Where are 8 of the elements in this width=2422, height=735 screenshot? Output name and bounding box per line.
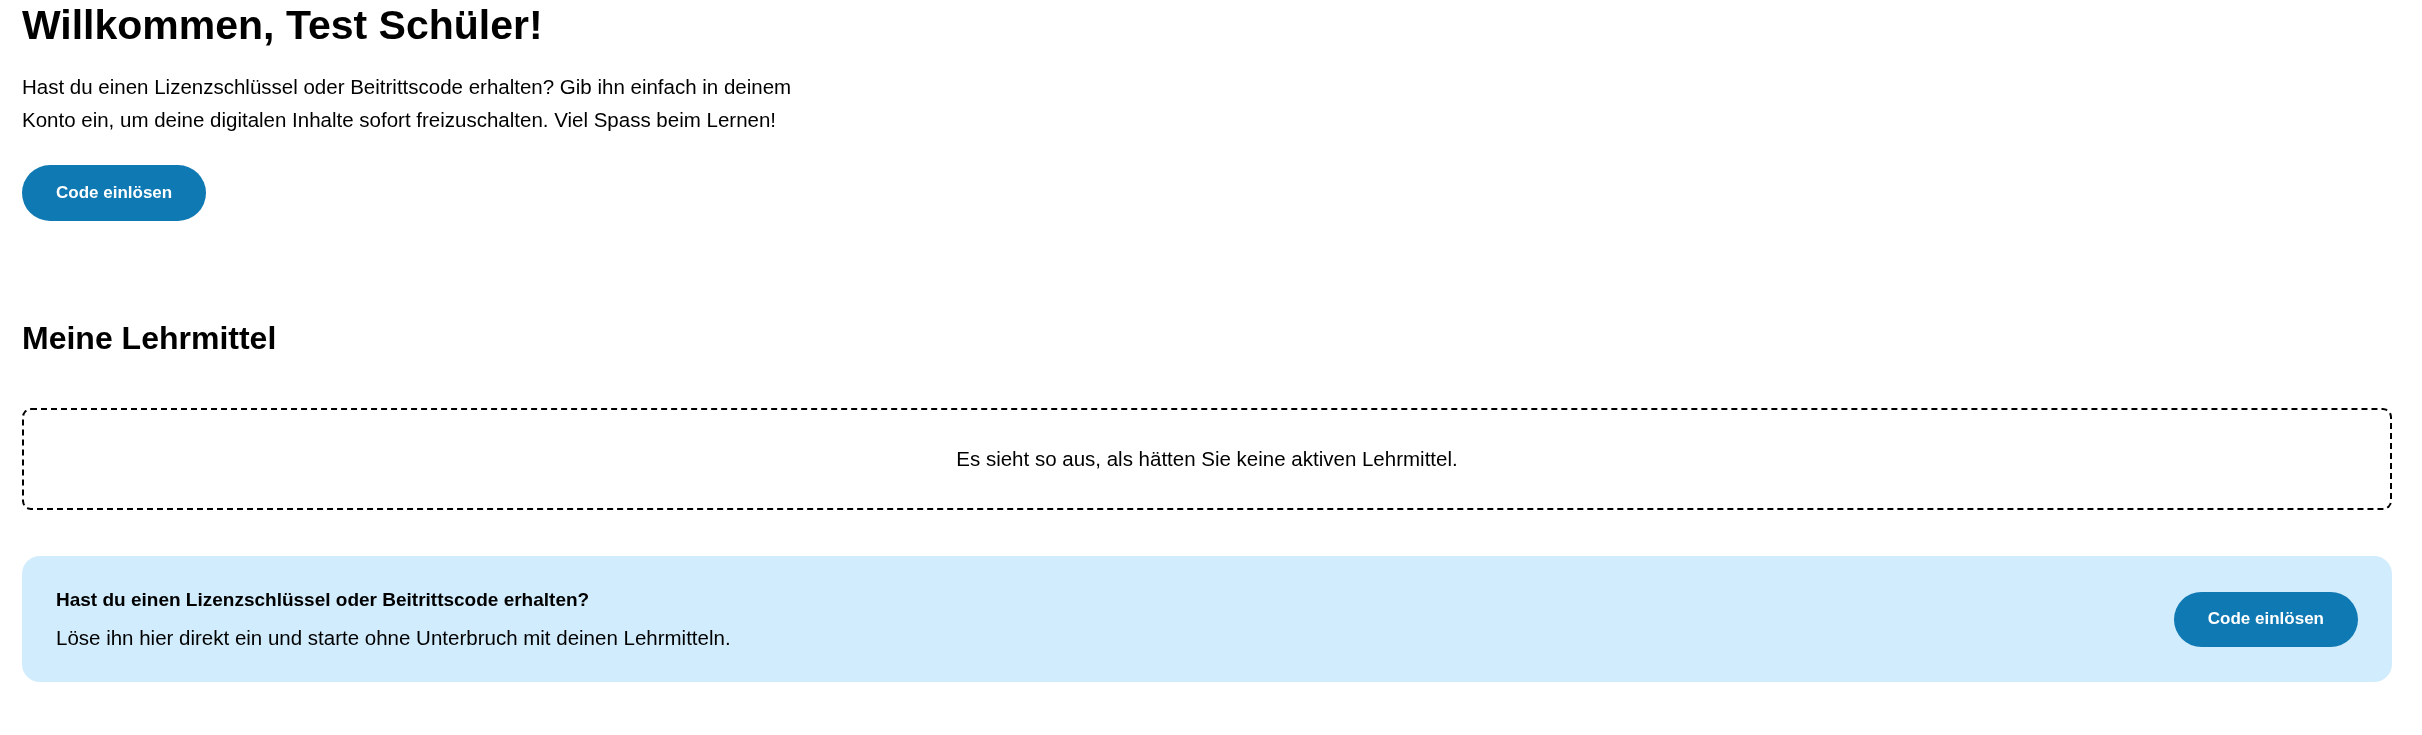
welcome-paragraph: Hast du einen Lizenzschlüssel oder Beitrittscode erhalten? Gib ihn einfach in deinem Konto ein, um deine digitalen Inhalte sofort freizuschalten. Viel Spass beim Lernen! [22,74,793,133]
welcome-heading: Willkommen, Test Schüler! [22,1,544,50]
empty-state-message: Es sieht so aus, als hätten Sie keine aktiven Lehrmittel. [956,446,1458,472]
banner-title: Hast du einen Lizenzschlüssel oder Beitrittscode erhalten? [56,588,591,612]
redeem-code-button[interactable]: Code einlösen [22,165,207,221]
redeem-code-button[interactable]: Code einlösen [2173,591,2358,647]
section-heading: Meine Lehrmittel [22,319,278,358]
banner-text: Löse ihn hier direkt ein und starte ohne Unterbruch mit deinen Lehrmitteln. [56,625,731,651]
